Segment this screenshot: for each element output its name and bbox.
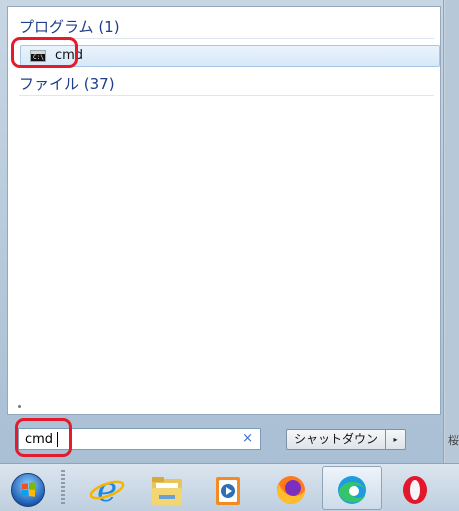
group-header-files-label: ファイル (37) (19, 75, 119, 93)
group-header-files[interactable]: ファイル (37) (19, 73, 434, 96)
edge-icon[interactable] (332, 472, 372, 508)
media-player-icon[interactable] (208, 473, 248, 509)
windows-orb-icon[interactable] (11, 473, 45, 507)
clear-search-icon[interactable]: × (242, 431, 253, 446)
divider (19, 38, 434, 39)
annotation-circle-search-input (15, 418, 72, 457)
divider (19, 95, 434, 96)
firefox-icon[interactable] (271, 472, 311, 508)
svg-text:e: e (97, 471, 117, 507)
annotation-circle-cmd-result (11, 37, 78, 68)
start-menu: プログラム (1) C:\ cmd ファイル (37) × シャットダウン ▸ (0, 0, 444, 463)
desktop-text-fragment: 桜 (448, 434, 459, 447)
group-header-programs[interactable]: プログラム (1) (19, 16, 434, 39)
shutdown-options-arrow-icon[interactable]: ▸ (386, 429, 406, 450)
folder-icon[interactable] (147, 473, 187, 509)
shutdown-button[interactable]: シャットダウン (286, 429, 386, 450)
desktop-background (445, 0, 459, 463)
see-more-marker (18, 405, 21, 408)
group-header-programs-label: プログラム (1) (19, 18, 124, 36)
ie-icon[interactable]: e (87, 471, 127, 507)
taskbar-grip[interactable] (61, 470, 65, 506)
windows-flag-icon (22, 482, 35, 497)
result-item-cmd[interactable]: C:\ cmd (20, 45, 440, 67)
opera-icon[interactable] (395, 472, 435, 508)
